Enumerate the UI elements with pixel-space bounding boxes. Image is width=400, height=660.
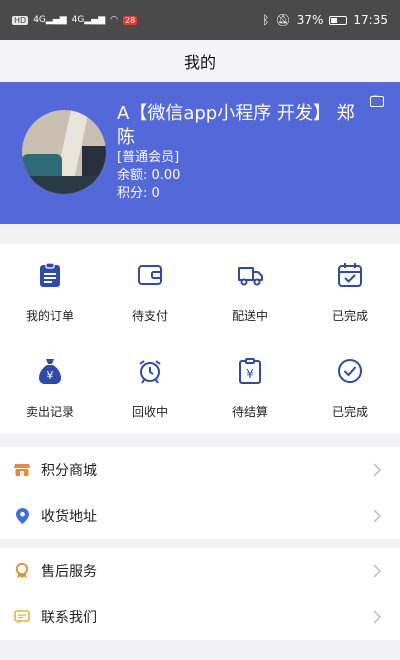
- hd-badge: HD: [12, 15, 29, 25]
- points-mall-label: 积分商城: [41, 463, 97, 479]
- after-sales-label: 售后服务: [41, 564, 97, 580]
- location-pin-icon: [14, 508, 30, 524]
- member-level: [普通会员]: [117, 150, 180, 165]
- clipboard-icon: [35, 260, 65, 290]
- shipping-address-item[interactable]: 收货地址: [0, 493, 400, 539]
- alarm-clock-icon: [135, 356, 165, 386]
- points-text: 积分: 0: [117, 186, 160, 201]
- my-orders-button[interactable]: 我的订单: [0, 244, 100, 334]
- completed-orders-label: 已完成: [331, 309, 368, 323]
- sold-records-button[interactable]: ¥ 卖出记录: [0, 340, 100, 430]
- bluetooth-icon: ᛒ: [262, 13, 270, 27]
- money-bag-icon: ¥: [35, 356, 65, 386]
- truck-icon: [235, 260, 265, 290]
- chevron-right-icon: [370, 564, 384, 578]
- contact-us-label: 联系我们: [41, 610, 97, 626]
- clock: 17:35: [353, 13, 388, 27]
- recycling-button[interactable]: 回收中: [100, 340, 200, 430]
- delivering-button[interactable]: 配送中: [200, 244, 300, 334]
- chevron-right-icon: [370, 509, 384, 523]
- contact-us-item[interactable]: 联系我们: [0, 594, 400, 640]
- pending-settlement-button[interactable]: ¥ 待结算: [200, 340, 300, 430]
- message-icon[interactable]: [370, 92, 384, 107]
- recycling-label: 回收中: [131, 405, 168, 419]
- after-sales-item[interactable]: 售后服务: [0, 548, 400, 594]
- pending-payment-button[interactable]: 待支付: [100, 244, 200, 334]
- svg-text:¥: ¥: [246, 367, 254, 381]
- battery-percent: 37%: [296, 13, 324, 27]
- receipt-icon: ¥: [235, 356, 265, 386]
- pending-payment-label: 待支付: [131, 309, 168, 323]
- balance-text: 余额: 0.00: [117, 168, 181, 183]
- wifi-icon: ◠: [110, 15, 118, 25]
- signal-icon-1: 4G▂▄▆: [33, 15, 67, 25]
- page-title: 我的: [183, 53, 216, 72]
- delivering-label: 配送中: [231, 309, 268, 323]
- signal-1-label: 4G: [33, 15, 46, 25]
- recycle-completed-label: 已完成: [331, 405, 368, 419]
- profile-name: A【微信app小程序 开发】 郑陈: [117, 103, 355, 148]
- sold-records-label: 卖出记录: [25, 405, 74, 419]
- recycle-completed-button[interactable]: 已完成: [300, 340, 400, 430]
- menu-group-2: 售后服务 联系我们: [0, 548, 400, 640]
- chevron-right-icon: [370, 610, 384, 624]
- check-circle-icon: [335, 356, 365, 386]
- service-badge-icon: [14, 563, 30, 579]
- signal-icon-2: 4G▂▄▆: [71, 15, 106, 25]
- shipping-address-label: 收货地址: [41, 509, 97, 525]
- title-bar: 我的: [0, 40, 400, 82]
- order-grid: 我的订单 待支付 配送中 已完成 ¥ 卖出记录 回收中 ¥ 待结算 已完成: [0, 244, 400, 434]
- signal-2-label: 4G: [71, 15, 85, 25]
- mute-icon: 🔕︎: [275, 13, 291, 27]
- avatar[interactable]: [22, 110, 106, 194]
- pending-settlement-label: 待结算: [231, 405, 268, 419]
- menu-group-1: 积分商城 收货地址: [0, 447, 400, 539]
- svg-text:¥: ¥: [47, 369, 54, 382]
- points-mall-item[interactable]: 积分商城: [0, 447, 400, 493]
- status-bar: HD 4G▂▄▆ 4G▂▄▆ ◠ 28 ᛒ 🔕︎ 37% 17:35: [0, 0, 400, 40]
- battery-icon: [329, 15, 348, 25]
- notification-badge: 28: [122, 15, 138, 25]
- calendar-check-icon: [335, 260, 365, 290]
- profile-header: A【微信app小程序 开发】 郑陈 [普通会员] 余额: 0.00 积分: 0: [0, 82, 400, 224]
- wallet-icon: [135, 260, 165, 290]
- completed-orders-button[interactable]: 已完成: [300, 244, 400, 334]
- shop-icon: [14, 462, 30, 478]
- chat-icon: [14, 609, 30, 625]
- my-orders-label: 我的订单: [25, 309, 74, 323]
- chevron-right-icon: [370, 463, 384, 477]
